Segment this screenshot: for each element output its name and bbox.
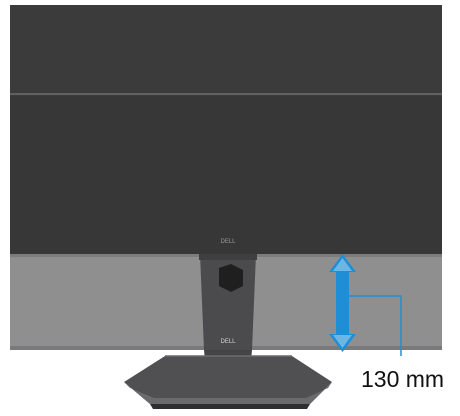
height-adjust-label: 130 mm	[361, 366, 445, 392]
stand-base	[124, 356, 332, 404]
bezel-logo: DELL	[220, 239, 236, 245]
monitor-raised-panel	[10, 5, 442, 97]
cable-hole-icon	[219, 264, 243, 292]
monitor-screen	[10, 96, 442, 254]
monitor-illustration: DELL DELL	[0, 0, 460, 411]
stand-logo: DELL	[220, 339, 236, 345]
